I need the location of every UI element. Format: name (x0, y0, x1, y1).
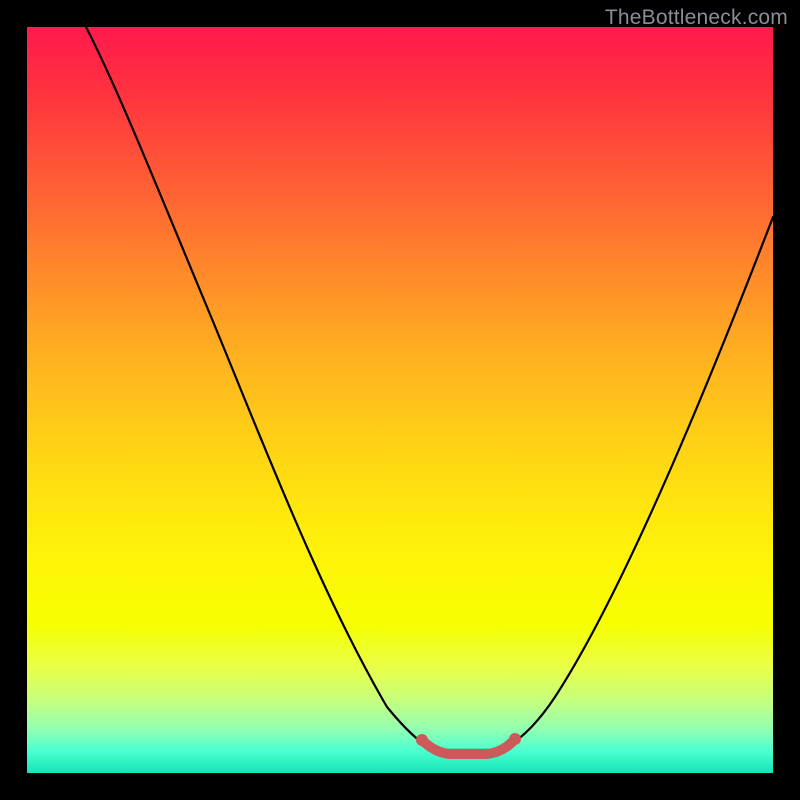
chart-plot-area (27, 27, 773, 773)
chart-frame: TheBottleneck.com (0, 0, 800, 800)
watermark-text: TheBottleneck.com (605, 6, 788, 30)
